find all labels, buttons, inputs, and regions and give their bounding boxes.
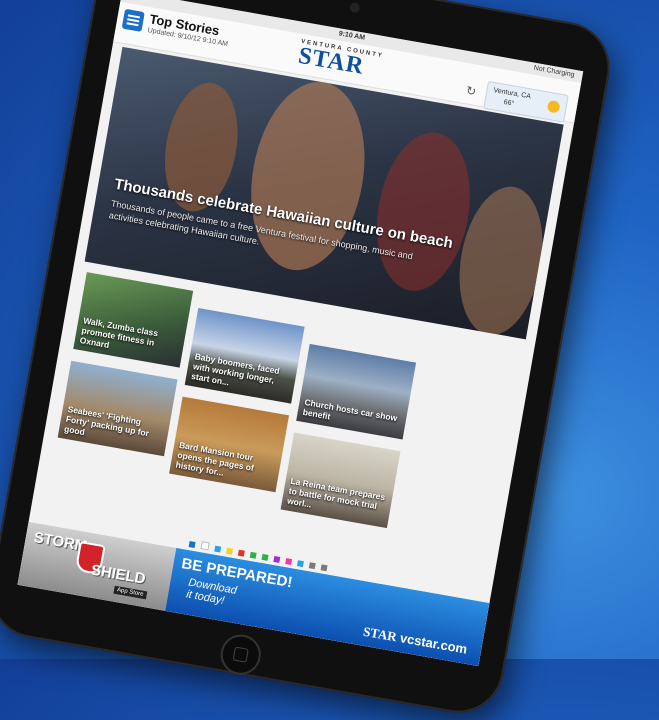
- ad-download: Download it today!: [185, 577, 237, 609]
- ad-url-text: vcstar.com: [398, 630, 469, 657]
- weather-temp: 66°: [503, 98, 515, 108]
- story-tile[interactable]: Bard Mansion tour opens the pages of his…: [169, 396, 290, 493]
- page-dot[interactable]: [296, 560, 304, 568]
- camera-icon: [349, 1, 361, 14]
- sun-icon: [546, 99, 561, 114]
- page-dot[interactable]: [320, 564, 328, 572]
- storm-shield-ad[interactable]: STORM SHIELD App Store: [17, 521, 177, 611]
- page-dot[interactable]: [214, 545, 222, 553]
- story-tile[interactable]: Seabees' 'Fighting Forty' packing up for…: [57, 360, 178, 457]
- page-dot[interactable]: [200, 541, 210, 551]
- ad-shield-text: SHIELD: [89, 561, 147, 588]
- story-tile[interactable]: La Reina team prepares to battle for moc…: [280, 432, 401, 529]
- ad-star-logo: STAR: [362, 623, 398, 645]
- app-store-badge[interactable]: App Store: [113, 585, 147, 600]
- page-dot[interactable]: [261, 553, 269, 561]
- page-dot[interactable]: [237, 549, 245, 557]
- story-caption: Bard Mansion tour opens the pages of his…: [174, 439, 255, 478]
- page-dot[interactable]: [249, 551, 257, 559]
- story-tile[interactable]: Walk, Zumba class promote fitness in Oxn…: [73, 272, 194, 368]
- page-dot[interactable]: [285, 558, 293, 566]
- page-dot[interactable]: [273, 555, 281, 563]
- page-dot[interactable]: [188, 541, 196, 548]
- ipad-frame: iPad 9:10 AM Not Charging Top Stories Up…: [0, 0, 617, 720]
- page-dot[interactable]: [308, 562, 316, 570]
- story-caption: Seabees' 'Fighting Forty' packing up for…: [63, 403, 150, 439]
- story-tile[interactable]: Baby boomers, faced with working longer,…: [184, 308, 305, 404]
- weather-city: Ventura, CA: [492, 87, 532, 101]
- story-caption: Walk, Zumba class promote fitness in Oxn…: [79, 315, 159, 351]
- story-caption: La Reina team prepares to battle for moc…: [286, 475, 387, 511]
- vc-star-logo: VENTURA COUNTY STAR: [296, 39, 384, 83]
- menu-icon[interactable]: [121, 8, 145, 32]
- refresh-icon[interactable]: ↻: [465, 83, 477, 99]
- home-button[interactable]: [217, 631, 264, 678]
- page-dot[interactable]: [226, 547, 234, 555]
- app-screen: iPad 9:10 AM Not Charging Top Stories Up…: [17, 0, 584, 667]
- story-tile[interactable]: Church hosts car show benefit: [296, 343, 417, 440]
- story-caption: Baby boomers, faced with working longer,…: [190, 351, 281, 388]
- ad-url[interactable]: STAR vcstar.com: [362, 624, 468, 658]
- story-caption: Church hosts car show benefit: [301, 396, 399, 424]
